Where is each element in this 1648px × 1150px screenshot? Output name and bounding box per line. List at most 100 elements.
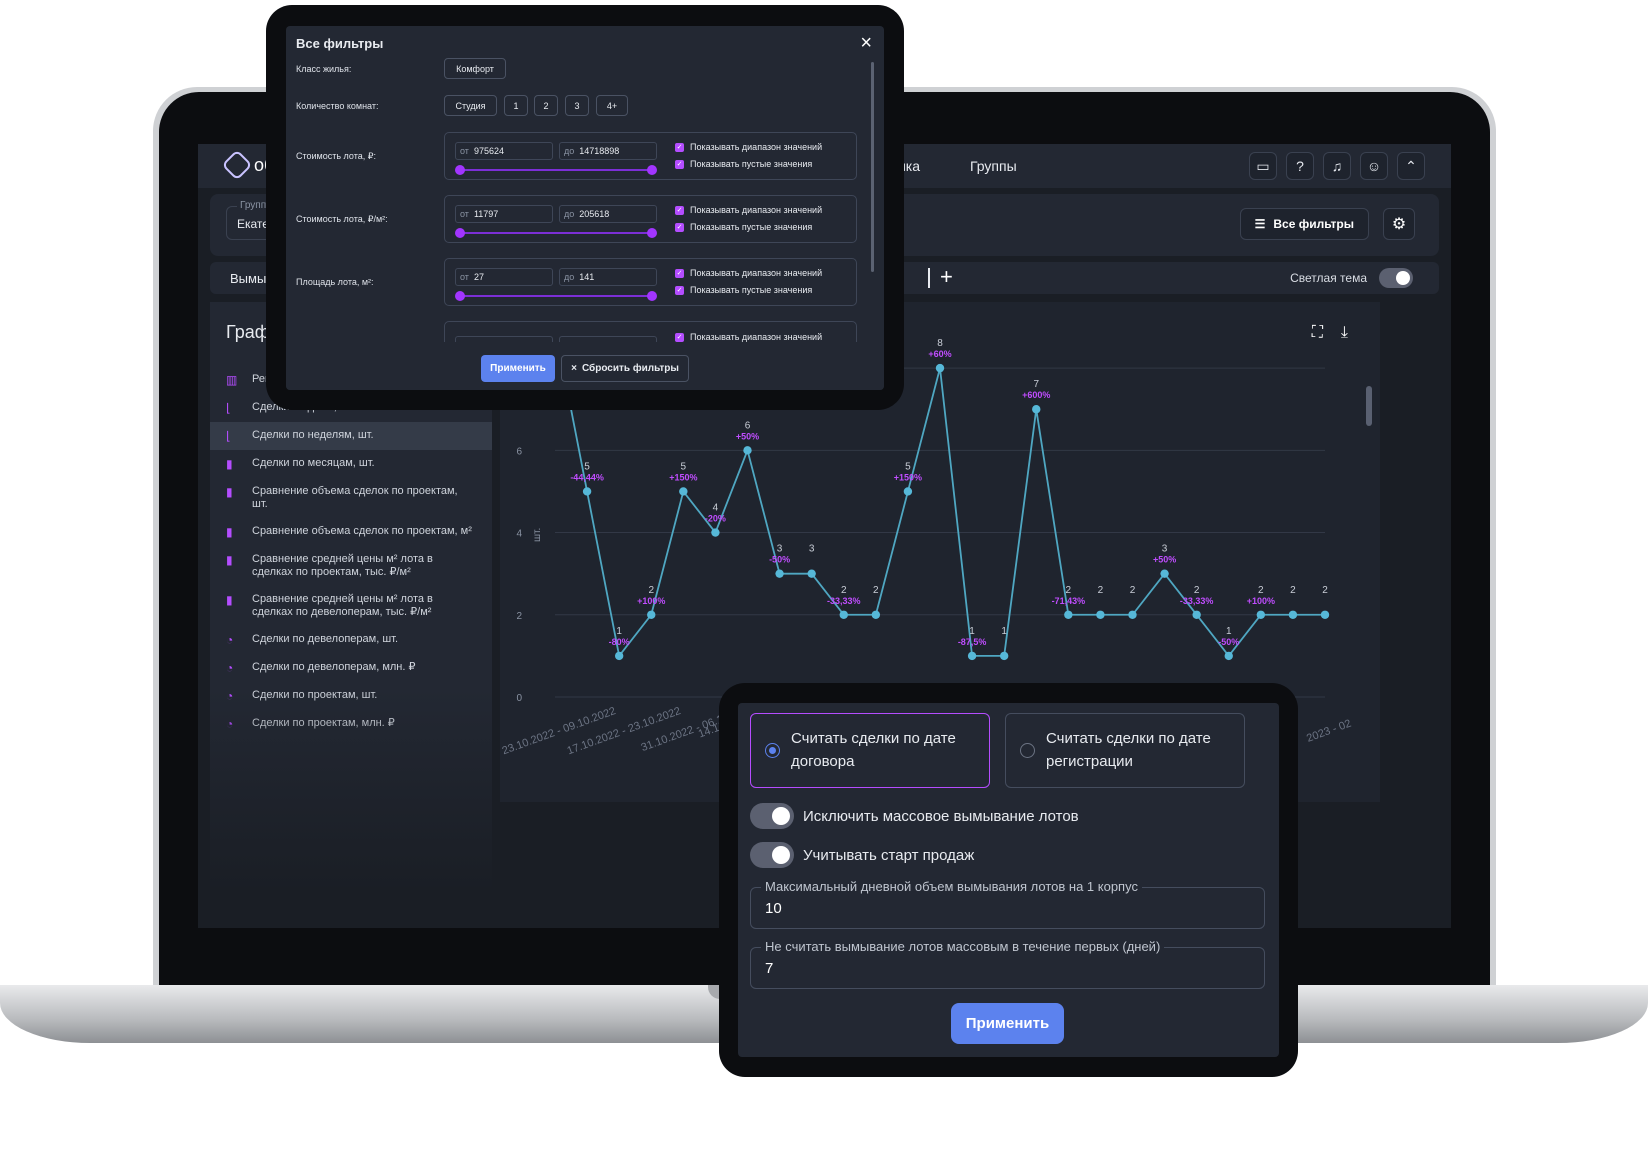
bell-icon[interactable]: ♫ <box>1323 152 1351 180</box>
price-per-m2-slider-track <box>460 232 652 234</box>
filter-modal-scrollbar[interactable] <box>871 62 874 272</box>
lot-area-label: Площадь лота, м²: <box>296 277 374 287</box>
filter-modal-title: Все фильтры <box>296 36 384 51</box>
sidebar-item-label: Сравнение средней цены м² лота в сделках… <box>252 593 433 618</box>
rooms-4plus[interactable]: 4+ <box>596 95 628 116</box>
data-value-label: 5 <box>584 461 590 472</box>
data-value-label: 5 <box>905 461 911 472</box>
settings-device-frame: Считать сделки по дате договора Считать … <box>719 683 1298 1077</box>
lot-price-slider-min[interactable] <box>455 165 465 175</box>
lot-area-slider-max[interactable] <box>647 291 657 301</box>
data-change-label: +600% <box>1022 390 1050 400</box>
x-tick-label: 17.10.2022 - 23.10.2022 <box>566 705 683 757</box>
count-by-registration-option[interactable]: Считать сделки по дате регистрации <box>1005 713 1245 788</box>
lot-area-show-range[interactable]: ✓ Показывать диапазон значений <box>675 268 822 278</box>
lot-area-slider-min[interactable] <box>455 291 465 301</box>
lot-area-to[interactable]: до 141 <box>559 268 657 286</box>
chart-scrollbar[interactable] <box>1366 386 1372 426</box>
partial-show-range[interactable]: ✓ Показывать диапазон значений <box>675 332 822 342</box>
close-icon[interactable]: × <box>860 32 872 55</box>
rooms-studio[interactable]: Студия <box>444 95 497 116</box>
lot-price-to[interactable]: до 14718898 <box>559 142 657 160</box>
first-days-field[interactable]: Не считать вымывание лотов массовым в те… <box>750 939 1265 989</box>
max-daily-volume-legend: Максимальный дневной объем вымывания лот… <box>761 879 1142 894</box>
price-per-m2-show-empty[interactable]: ✓ Показывать пустые значения <box>675 222 812 232</box>
sales-start-row[interactable]: Учитывать старт продаж <box>750 842 974 868</box>
data-point <box>935 363 945 373</box>
data-point <box>1192 610 1201 619</box>
sidebar-item-label: Сравнение объема сделок по проектам, шт. <box>252 485 458 510</box>
data-change-label: -80% <box>609 637 630 647</box>
theme-toggle[interactable] <box>1379 268 1413 288</box>
price-per-m2-slider-min[interactable] <box>455 228 465 238</box>
lot-price-slider-track <box>460 169 652 171</box>
user-icon[interactable]: ☺ <box>1360 152 1388 180</box>
lot-price-from[interactable]: от 975624 <box>455 142 553 160</box>
exclude-mass-washout-row[interactable]: Исключить массовое вымывание лотов <box>750 803 1079 829</box>
sidebar-item[interactable]: ▮ Сравнение средней цены м² лота в сделка… <box>210 586 492 626</box>
sidebar-item[interactable]: ◔ Сделки по девелоперам, шт. <box>210 626 492 654</box>
sidebar-item[interactable]: ◔ Сделки по проектам, млн. ₽ <box>210 710 492 738</box>
reset-filters-button[interactable]: × Сбросить фильтры <box>561 355 689 382</box>
sidebar-item[interactable]: ▮ Сравнение объема сделок по проектам, шт… <box>210 478 492 518</box>
rooms-2[interactable]: 2 <box>534 95 558 116</box>
nav-groups[interactable]: Группы <box>970 158 1017 174</box>
data-change-label: +100% <box>1247 596 1275 606</box>
gear-icon[interactable]: ⚙ <box>1383 208 1415 240</box>
price-per-m2-label: Стоимость лота, ₽/м²: <box>296 214 388 224</box>
price-per-m2-range: от 11797 до 205618 ✓ Показывать диапазон зн… <box>444 195 857 243</box>
pie-chart-icon: ◔ <box>226 633 234 647</box>
sidebar-item-label: Сделки по проектам, шт. <box>252 689 378 701</box>
sidebar-item[interactable]: ▮ Сравнение объема сделок по проектам, м² <box>210 518 492 546</box>
bar-chart-icon: ▮ <box>226 553 233 567</box>
lot-area-show-empty[interactable]: ✓ Показывать пустые значения <box>675 285 812 295</box>
bar-chart-icon: ▮ <box>226 525 233 539</box>
sidebar-item[interactable]: ◔ Сделки по девелоперам, млн. ₽ <box>210 654 492 682</box>
sales-start-toggle[interactable] <box>750 842 794 868</box>
lot-area-from[interactable]: от 27 <box>455 268 553 286</box>
line-axis-icon: ⌊ <box>226 401 231 415</box>
data-value-label: 2 <box>1322 585 1328 596</box>
lot-area-slider-track <box>460 295 652 297</box>
price-per-m2-show-range[interactable]: ✓ Показывать диапазон значений <box>675 205 822 215</box>
sidebar-item[interactable]: ⌊ Сделки по неделям, шт. <box>210 422 492 450</box>
theme-label: Светлая тема <box>1290 271 1367 285</box>
data-point <box>903 487 913 496</box>
sidebar-item[interactable]: ▮ Сравнение средней цены м² лота в сделка… <box>210 546 492 586</box>
price-per-m2-to[interactable]: до 205618 <box>559 205 657 223</box>
sales-start-label: Учитывать старт продаж <box>803 846 975 864</box>
max-daily-volume-field[interactable]: Максимальный дневной объем вымывания лот… <box>750 879 1265 929</box>
chevron-up-icon[interactable]: ⌃ <box>1397 152 1425 180</box>
data-point <box>679 487 688 496</box>
price-per-m2-from[interactable]: от 11797 <box>455 205 553 223</box>
max-daily-volume-value[interactable]: 10 <box>765 900 782 917</box>
data-point <box>1064 610 1073 619</box>
sidebar-item[interactable]: ◔ Сделки по проектам, шт. <box>210 682 492 710</box>
price-per-m2-slider-max[interactable] <box>647 228 657 238</box>
exclude-mass-washout-toggle[interactable] <box>750 803 794 829</box>
data-value-label: 2 <box>873 585 879 596</box>
count-by-contract-option[interactable]: Считать сделки по дате договора <box>750 713 990 788</box>
rooms-1[interactable]: 1 <box>504 95 528 116</box>
add-tab-button[interactable]: + <box>940 264 953 290</box>
apply-settings-button[interactable]: Применить <box>951 1003 1064 1044</box>
lot-price-show-empty[interactable]: ✓ Показывать пустые значения <box>675 159 812 169</box>
apply-filters-button[interactable]: Применить <box>481 355 555 382</box>
lot-price-show-range[interactable]: ✓ Показывать диапазон значений <box>675 142 822 152</box>
housing-class-comfort[interactable]: Комфорт <box>444 58 506 79</box>
settings-modal: Считать сделки по дате договора Считать … <box>738 703 1279 1057</box>
data-change-label: -44,44% <box>570 472 604 482</box>
sidebar-item[interactable]: ▮ Сделки по месяцам, шт. <box>210 450 492 478</box>
help-icon[interactable]: ? <box>1286 152 1314 180</box>
data-change-label: +100% <box>637 596 665 606</box>
lot-price-slider-max[interactable] <box>647 165 657 175</box>
first-days-value[interactable]: 7 <box>765 960 773 977</box>
radio-empty-icon <box>1020 743 1035 758</box>
all-filters-button[interactable]: ☰ Все фильтры <box>1239 208 1369 240</box>
all-filters-modal: Все фильтры × Класс жилья: Комфорт Колич… <box>286 26 884 390</box>
rooms-3[interactable]: 3 <box>565 95 589 116</box>
data-point <box>1096 610 1105 619</box>
card-icon[interactable]: ▭ <box>1249 152 1277 180</box>
all-filters-label: Все фильтры <box>1273 217 1354 231</box>
sidebar-list: ▥Рейт⌊Сделки по дням, шт.⌊Сделки по неде… <box>210 366 492 738</box>
